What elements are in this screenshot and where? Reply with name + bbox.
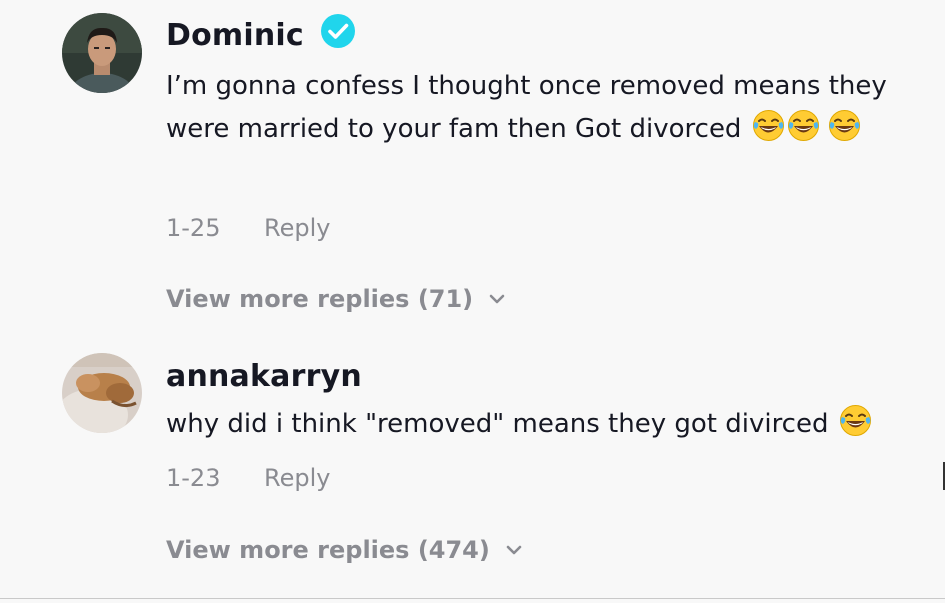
avatar-image xyxy=(62,353,142,433)
verified-badge-icon xyxy=(320,13,356,49)
avatar-annakarryn[interactable] xyxy=(62,353,142,433)
comment-thread: Dominic I’m gonna confess I thought once… xyxy=(0,0,945,603)
reply-button[interactable]: Reply xyxy=(264,464,330,492)
view-more-replies-label: View more replies (474) xyxy=(166,536,490,564)
comment-meta: 1-25 Reply xyxy=(166,214,330,242)
comment-text: I’m gonna confess I thought once removed… xyxy=(166,65,926,151)
comment-meta: 1-23 Reply xyxy=(166,464,330,492)
view-more-replies-button[interactable]: View more replies (71) xyxy=(166,285,507,313)
chevron-down-icon xyxy=(487,289,507,309)
comment-text: why did i think "removed" means they got… xyxy=(166,403,926,446)
chevron-down-icon xyxy=(504,540,524,560)
username-row: annakarryn xyxy=(166,356,362,396)
reply-button[interactable]: Reply xyxy=(264,214,330,242)
avatar-dominic[interactable] xyxy=(62,13,142,93)
face-with-tears-of-joy-icon xyxy=(752,109,785,142)
view-more-replies-label: View more replies (71) xyxy=(166,285,474,313)
comment-body: why did i think "removed" means they got… xyxy=(166,409,829,439)
username-row: Dominic xyxy=(166,13,356,55)
username[interactable]: annakarryn xyxy=(166,359,362,394)
comment-date: 1-23 xyxy=(166,464,221,492)
bottom-divider xyxy=(0,598,945,599)
view-more-replies-button[interactable]: View more replies (474) xyxy=(166,536,524,564)
username[interactable]: Dominic xyxy=(166,18,304,53)
face-with-tears-of-joy-icon xyxy=(828,109,861,142)
face-with-tears-of-joy-icon xyxy=(839,404,872,437)
avatar-image xyxy=(62,13,142,93)
face-with-tears-of-joy-icon xyxy=(787,109,820,142)
comment-date: 1-25 xyxy=(166,214,221,242)
